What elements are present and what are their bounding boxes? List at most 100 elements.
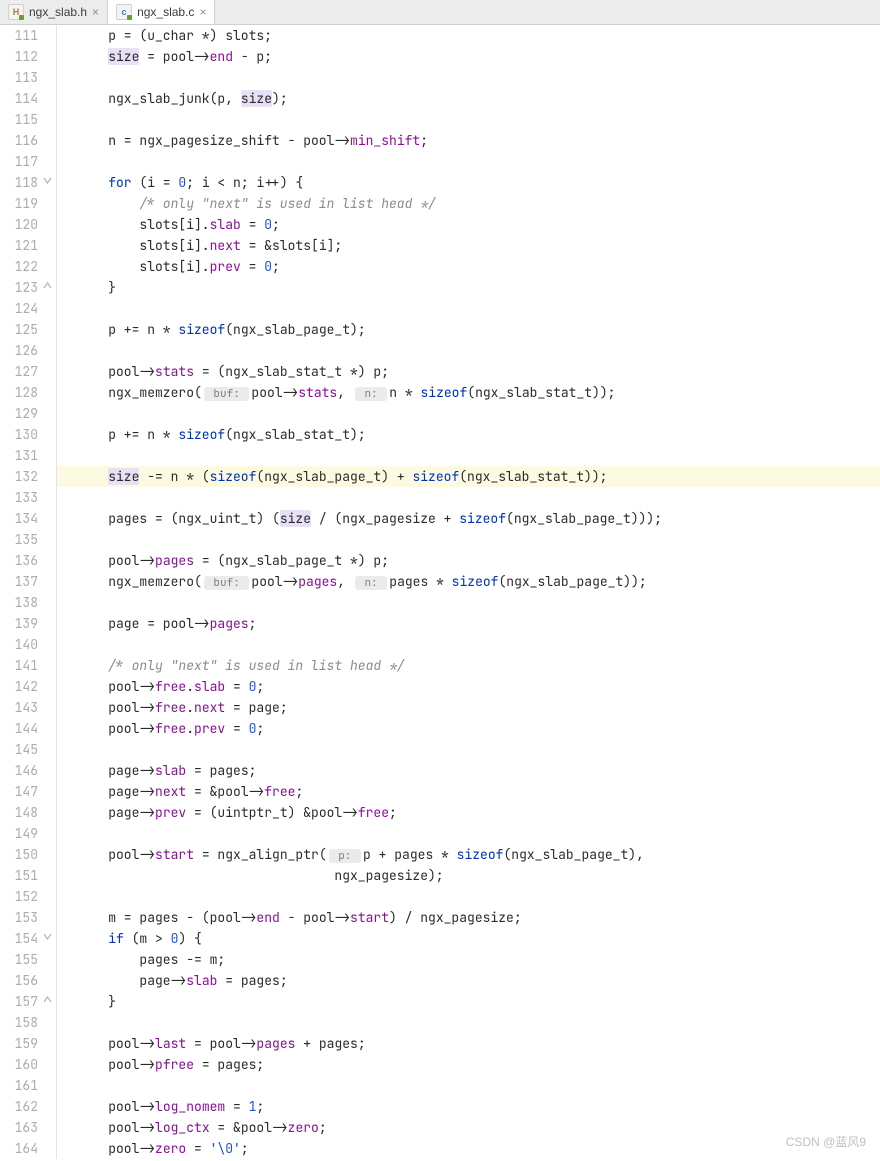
line-number: 116 — [6, 130, 38, 151]
code-line[interactable] — [77, 886, 880, 907]
close-icon[interactable]: × — [92, 6, 99, 18]
code-line[interactable]: pool->log_nomem = 1; — [77, 1096, 880, 1117]
close-icon[interactable]: × — [199, 6, 206, 18]
code-line[interactable]: pages -= m; — [77, 949, 880, 970]
line-number: 122 — [6, 256, 38, 277]
code-line[interactable]: page->slab = pages; — [77, 970, 880, 991]
code-line[interactable] — [77, 1012, 880, 1033]
code-line[interactable]: pool->log_ctx = &pool->zero; — [77, 1117, 880, 1138]
code-line[interactable]: pool->start = ngx_align_ptr( p: p + page… — [77, 844, 880, 865]
tab-ngx-slab-h[interactable]: ngx_slab.h × — [0, 0, 108, 24]
code-line[interactable] — [77, 67, 880, 88]
code-line[interactable]: ngx_pagesize); — [77, 865, 880, 886]
line-number: 145 — [6, 739, 38, 760]
line-number: 138 — [6, 592, 38, 613]
code-line[interactable]: page->next = &pool->free; — [77, 781, 880, 802]
line-number-gutter: 1111121131141151161171181191201211221231… — [0, 25, 57, 1159]
line-number: 156 — [6, 970, 38, 991]
code-line[interactable]: pages = (ngx_uint_t) (size / (ngx_pagesi… — [77, 508, 880, 529]
line-number: 127 — [6, 361, 38, 382]
line-number: 115 — [6, 109, 38, 130]
line-number: 160 — [6, 1054, 38, 1075]
line-number: 155 — [6, 949, 38, 970]
line-number: 124 — [6, 298, 38, 319]
code-line[interactable]: pool->free.slab = 0; — [77, 676, 880, 697]
code-line[interactable]: slots[i].prev = 0; — [77, 256, 880, 277]
line-number: 113 — [6, 67, 38, 88]
code-line[interactable]: pool->zero = '\0'; — [77, 1138, 880, 1159]
code-line[interactable]: p = (u_char *) slots; — [77, 25, 880, 46]
line-number: 133 — [6, 487, 38, 508]
line-number: 118 — [6, 172, 38, 193]
code-line[interactable] — [77, 151, 880, 172]
code-line[interactable]: /* only "next" is used in list head */ — [77, 193, 880, 214]
code-line[interactable]: pool->last = pool->pages + pages; — [77, 1033, 880, 1054]
code-line[interactable]: page = pool->pages; — [77, 613, 880, 634]
line-number: 154 — [6, 928, 38, 949]
line-number: 142 — [6, 676, 38, 697]
code-line[interactable] — [77, 109, 880, 130]
fold-end-icon[interactable] — [43, 995, 52, 1004]
line-number: 111 — [6, 25, 38, 46]
fold-end-icon[interactable] — [43, 281, 52, 290]
code-line[interactable]: pool->pages = (ngx_slab_page_t *) p; — [77, 550, 880, 571]
line-number: 148 — [6, 802, 38, 823]
parameter-hint: p: — [329, 849, 361, 863]
code-line[interactable]: } — [77, 991, 880, 1012]
code-line[interactable] — [77, 445, 880, 466]
fold-collapse-icon[interactable] — [43, 176, 52, 185]
code-line[interactable]: n = ngx_pagesize_shift - pool->min_shift… — [77, 130, 880, 151]
code-line[interactable]: ngx_memzero( buf: pool->stats, n: n * si… — [77, 382, 880, 403]
line-number: 158 — [6, 1012, 38, 1033]
code-line[interactable] — [77, 1075, 880, 1096]
line-number: 125 — [6, 319, 38, 340]
code-line[interactable]: slots[i].next = &slots[i]; — [77, 235, 880, 256]
code-line[interactable]: page->slab = pages; — [77, 760, 880, 781]
tab-label: ngx_slab.c — [137, 5, 194, 19]
code-line[interactable] — [77, 739, 880, 760]
code-line[interactable]: m = pages - (pool->end - pool->start) / … — [77, 907, 880, 928]
code-line[interactable]: ngx_memzero( buf: pool->pages, n: pages … — [77, 571, 880, 592]
code-line[interactable] — [77, 592, 880, 613]
code-line[interactable] — [77, 403, 880, 424]
line-number: 146 — [6, 760, 38, 781]
parameter-hint: buf: — [204, 576, 250, 590]
code-line[interactable]: slots[i].slab = 0; — [77, 214, 880, 235]
code-line[interactable]: p += n * sizeof(ngx_slab_stat_t); — [77, 424, 880, 445]
fold-collapse-icon[interactable] — [43, 932, 52, 941]
line-number: 141 — [6, 655, 38, 676]
code-line[interactable]: if (m > 0) { — [77, 928, 880, 949]
tab-label: ngx_slab.h — [29, 5, 87, 19]
code-line[interactable]: pool->pfree = pages; — [77, 1054, 880, 1075]
code-line[interactable] — [77, 823, 880, 844]
line-number: 119 — [6, 193, 38, 214]
tab-ngx-slab-c[interactable]: ngx_slab.c × — [108, 0, 215, 24]
code-line[interactable]: ngx_slab_junk(p, size); — [77, 88, 880, 109]
code-editor[interactable]: 1111121131141151161171181191201211221231… — [0, 25, 880, 1159]
code-line[interactable]: for (i = 0; i < n; i++) { — [77, 172, 880, 193]
code-line[interactable]: p += n * sizeof(ngx_slab_page_t); — [77, 319, 880, 340]
line-number: 114 — [6, 88, 38, 109]
code-line[interactable]: page->prev = (uintptr_t) &pool->free; — [77, 802, 880, 823]
code-line[interactable]: pool->stats = (ngx_slab_stat_t *) p; — [77, 361, 880, 382]
code-line[interactable]: pool->free.next = page; — [77, 697, 880, 718]
code-line[interactable]: /* only "next" is used in list head */ — [77, 655, 880, 676]
line-number: 140 — [6, 634, 38, 655]
code-line[interactable] — [77, 529, 880, 550]
code-line[interactable]: size = pool->end - p; — [77, 46, 880, 67]
code-line[interactable] — [77, 487, 880, 508]
line-number: 151 — [6, 865, 38, 886]
line-number: 121 — [6, 235, 38, 256]
code-line[interactable]: pool->free.prev = 0; — [77, 718, 880, 739]
code-line[interactable] — [77, 298, 880, 319]
code-line[interactable]: } — [77, 277, 880, 298]
line-number: 132 — [6, 466, 38, 487]
line-number: 150 — [6, 844, 38, 865]
code-line[interactable] — [77, 340, 880, 361]
code-area[interactable]: p = (u_char *) slots; size = pool->end -… — [57, 25, 880, 1159]
code-line[interactable]: size -= n * (sizeof(ngx_slab_page_t) + s… — [57, 466, 880, 487]
line-number: 162 — [6, 1096, 38, 1117]
parameter-hint: n: — [355, 387, 387, 401]
line-number: 164 — [6, 1138, 38, 1159]
code-line[interactable] — [77, 634, 880, 655]
